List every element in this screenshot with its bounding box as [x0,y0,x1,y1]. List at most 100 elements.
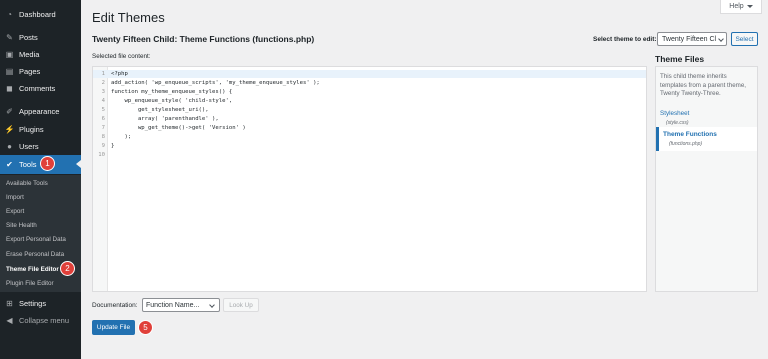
sidebar-item-label: Tools [19,160,37,169]
code-line: 3 function my_theme_enqueue_styles() { [93,88,233,96]
sidebar-item-dashboard[interactable]: ◔ Dashboard [0,6,81,23]
line-number: 10 [98,152,105,158]
line-code: get_stylesheet_uri(), [111,107,209,113]
line-code: wp_get_theme()->get( 'Version' ) [111,125,246,131]
annotation-badge: 1 [40,156,55,171]
theme-file-filename: (style.css) [666,120,689,126]
code-line: 8 ); [93,133,132,141]
line-number: 4 [101,98,105,104]
theme-file-stylesheet[interactable]: Stylesheet [660,110,689,117]
line-number: 5 [101,107,105,113]
line-number: 7 [101,125,105,131]
admin-sidebar: ◔ Dashboard ✎ Posts ▣ Media ▤ Pages ◼ Co… [0,0,81,359]
documentation-select-value: Function Name... [146,301,200,309]
active-line-highlight [93,70,646,78]
select-theme-button[interactable]: Select [731,32,758,46]
line-number: 8 [101,134,105,140]
line-code: array( 'parenthandle' ), [111,116,219,122]
pages-icon: ▤ [5,66,14,76]
comments-icon: ◼ [6,83,13,93]
file-heading: Twenty Fifteen Child: Theme Functions (f… [92,34,315,44]
code-line: 2 add_action( 'wp_enqueue_scripts', 'my_t… [93,79,320,87]
line-number: 1 [101,71,105,77]
line-code: wp_enqueue_style( 'child-style', [111,98,233,104]
line-code: } [111,143,115,149]
sidebar-item-label: Comments [19,84,56,93]
line-number: 9 [101,143,105,149]
submenu-item-export-personal-data[interactable]: Export Personal Data [6,234,66,245]
theme-file-name: Theme Functions [663,131,717,138]
page-title: Edit Themes [92,10,165,25]
collapse-icon: ◀ [6,315,13,325]
documentation-label: Documentation: [92,302,138,309]
submenu-item-import[interactable]: Import [6,192,24,203]
annotation-badge: 2 [60,261,75,276]
select-theme-label: Select theme to edit: [593,36,657,43]
theme-select[interactable]: Twenty Fifteen Cl [657,32,727,46]
sidebar-item-pages[interactable]: ▤ Pages [0,63,81,80]
theme-files-heading: Theme Files [655,54,705,64]
submenu-item-available-tools[interactable]: Available Tools [6,178,48,189]
code-line: 6 array( 'parenthandle' ), [93,115,219,123]
users-icon: ● [7,141,12,151]
sidebar-item-plugins[interactable]: ⚡ Plugins [0,121,81,138]
sidebar-item-label: Media [19,50,40,59]
settings-icon: ⊞ [6,298,13,308]
help-tab[interactable]: Help [720,0,762,14]
line-code: ); [111,134,132,140]
sidebar-item-label: Plugins [19,125,44,134]
theme-files-description: This child theme inherits templates from… [660,73,746,97]
dashboard-icon: ◔ [7,9,12,19]
collapse-menu-button[interactable]: ◀ Collapse menu [0,312,81,329]
caret-down-icon [746,5,753,8]
code-line: 10 [93,151,111,159]
current-menu-arrow [76,160,81,168]
media-icon: ▣ [5,49,14,59]
code-line: 4 wp_enqueue_style( 'child-style', [93,97,233,105]
wrench-icon: ✔ [6,159,13,169]
sidebar-item-label: Pages [19,67,41,76]
submenu-item-export[interactable]: Export [6,206,24,217]
sidebar-item-label: Settings [19,299,47,308]
sidebar-item-posts[interactable]: ✎ Posts [0,29,81,46]
sidebar-item-label: Users [19,142,39,151]
theme-file-filename: (functions.php) [669,141,703,147]
theme-files-panel: This child theme inherits templates from… [655,66,758,292]
submenu-item-theme-file-editor[interactable]: Theme File Editor [6,264,59,275]
sidebar-item-label: Appearance [19,107,60,116]
code-line: 9} [93,142,115,150]
submenu-item-plugin-file-editor[interactable]: Plugin File Editor [6,278,54,289]
sidebar-item-label: Posts [19,33,38,42]
theme-select-value: Twenty Fifteen Cl [662,35,717,43]
brush-icon: ✐ [6,106,13,116]
submenu-item-site-health[interactable]: Site Health [6,220,37,231]
theme-file-functions-current[interactable]: Theme Functions (functions.php) [656,127,757,151]
line-number: 2 [101,80,105,86]
line-code: <?php [111,71,128,77]
plugin-icon: ⚡ [4,124,15,134]
submenu-item-erase-personal-data[interactable]: Erase Personal Data [6,249,64,260]
line-number: 3 [101,89,105,95]
documentation-select[interactable]: Function Name... [142,298,220,312]
sidebar-item-appearance[interactable]: ✐ Appearance [0,103,81,120]
sidebar-item-label: Dashboard [19,10,56,19]
code-line: 5 get_stylesheet_uri(), [93,106,209,114]
code-line: 1 <?php [93,70,128,78]
sidebar-item-comments[interactable]: ◼ Comments [0,80,81,97]
annotation-badge: 5 [138,320,153,335]
selected-file-label: Selected file content: [92,53,151,60]
line-code: function my_theme_enqueue_styles() { [111,89,233,95]
sidebar-item-media[interactable]: ▣ Media [0,46,81,63]
update-file-button[interactable]: Update File [92,320,135,335]
lookup-button[interactable]: Look Up [223,298,259,312]
line-code: add_action( 'wp_enqueue_scripts', 'my_th… [111,80,320,86]
sidebar-item-users[interactable]: ● Users [0,138,81,155]
code-editor[interactable]: 1 <?php 2 add_action( 'wp_enqueue_scripts'… [92,66,647,292]
sidebar-item-label: Collapse menu [19,316,70,325]
help-label: Help [729,3,744,10]
sidebar-item-settings[interactable]: ⊞ Settings [0,295,81,312]
chevron-down-icon [718,36,724,42]
line-number: 6 [101,116,105,122]
code-line: 7 wp_get_theme()->get( 'Version' ) [93,124,246,132]
